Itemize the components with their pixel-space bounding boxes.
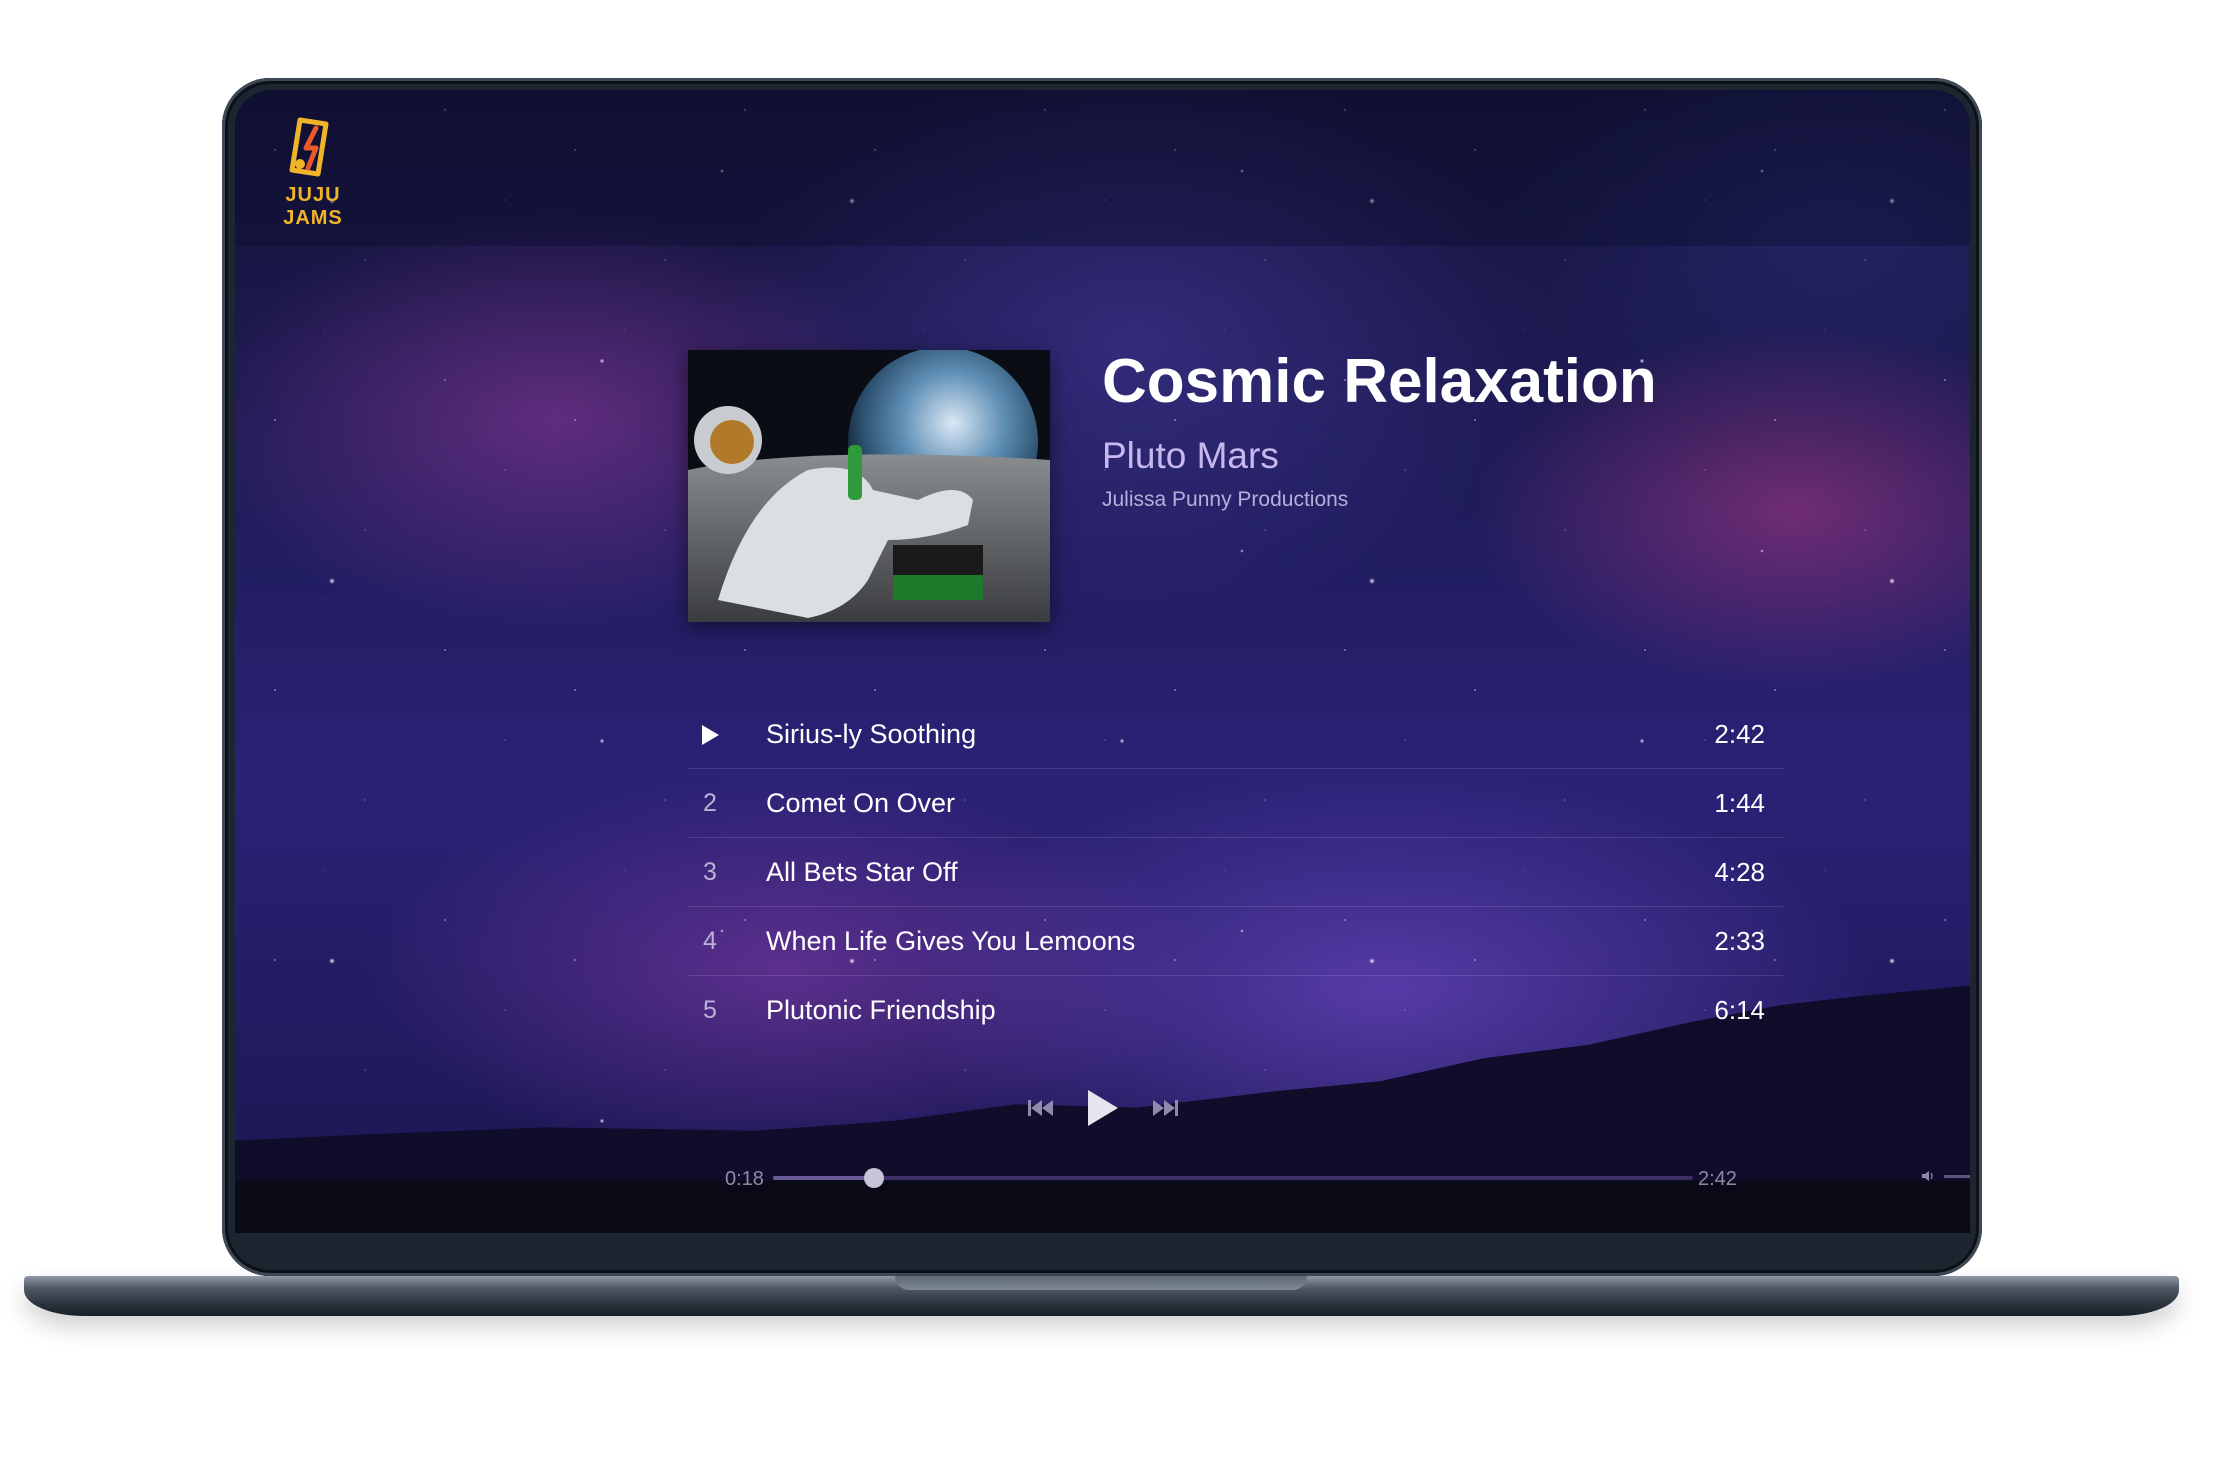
volume-slider[interactable]	[1944, 1174, 1970, 1178]
progress-bar[interactable]	[773, 1168, 1693, 1188]
album-label: Julissa Punny Productions	[1102, 488, 1349, 511]
track-number: 5	[703, 996, 717, 1024]
play-icon	[1087, 1090, 1118, 1126]
app-window: JUJU JAMS Cosmic Relaxation Pluto Mars J…	[235, 90, 1970, 1233]
previous-track-icon	[1027, 1100, 1053, 1116]
track-title: Comet On Over	[766, 788, 956, 818]
next-track-button[interactable]	[1152, 1099, 1178, 1117]
track-row[interactable]: 5 Plutonic Friendship 6:14	[688, 976, 1783, 1044]
juju-jams-logo-icon	[289, 117, 329, 177]
total-time: 2:42	[1698, 1168, 1737, 1190]
track-duration: 1:44	[1714, 788, 1765, 818]
track-duration: 2:42	[1714, 719, 1765, 749]
volume-icon	[1922, 1171, 1933, 1181]
current-time: 0:18	[725, 1168, 764, 1190]
album-art-image	[688, 350, 1050, 622]
track-list: Sirius-ly Soothing 2:42 2 Comet On Over …	[688, 700, 1783, 1044]
track-row[interactable]: 4 When Life Gives You Lemoons 2:33	[688, 907, 1783, 976]
track-title: When Life Gives You Lemoons	[766, 926, 1136, 956]
track-play-indicator[interactable]	[688, 700, 732, 768]
track-row[interactable]: 2 Comet On Over 1:44	[688, 769, 1783, 838]
app-header	[235, 90, 1970, 246]
track-duration: 4:28	[1714, 857, 1765, 887]
album-title: Cosmic Relaxation	[1102, 347, 1657, 416]
track-title: All Bets Star Off	[766, 857, 958, 887]
app-logo[interactable]: JUJU JAMS	[253, 112, 373, 230]
laptop-notch	[895, 1276, 1307, 1290]
album-artist[interactable]: Pluto Mars	[1102, 435, 1279, 477]
track-duration: 6:14	[1714, 995, 1765, 1025]
playback-controls	[235, 1086, 1970, 1130]
track-duration: 2:33	[1714, 926, 1765, 956]
next-track-icon	[1152, 1100, 1178, 1116]
track-number: 4	[703, 927, 717, 955]
track-title: Plutonic Friendship	[766, 995, 996, 1025]
album-cover	[688, 350, 1050, 622]
track-row[interactable]: 3 All Bets Star Off 4:28	[688, 838, 1783, 907]
track-row[interactable]: Sirius-ly Soothing 2:42	[688, 700, 1783, 769]
volume-control[interactable]	[1922, 1170, 1970, 1182]
play-icon	[702, 725, 719, 746]
track-number: 2	[703, 789, 717, 817]
play-button[interactable]	[1086, 1088, 1120, 1128]
previous-track-button[interactable]	[1027, 1099, 1054, 1117]
logo-text: JUJU JAMS	[283, 184, 343, 229]
track-number: 3	[703, 858, 717, 886]
progress-fill	[773, 1176, 875, 1180]
device-mockup: JUJU JAMS Cosmic Relaxation Pluto Mars J…	[0, 0, 2223, 1476]
track-title: Sirius-ly Soothing	[766, 719, 977, 749]
